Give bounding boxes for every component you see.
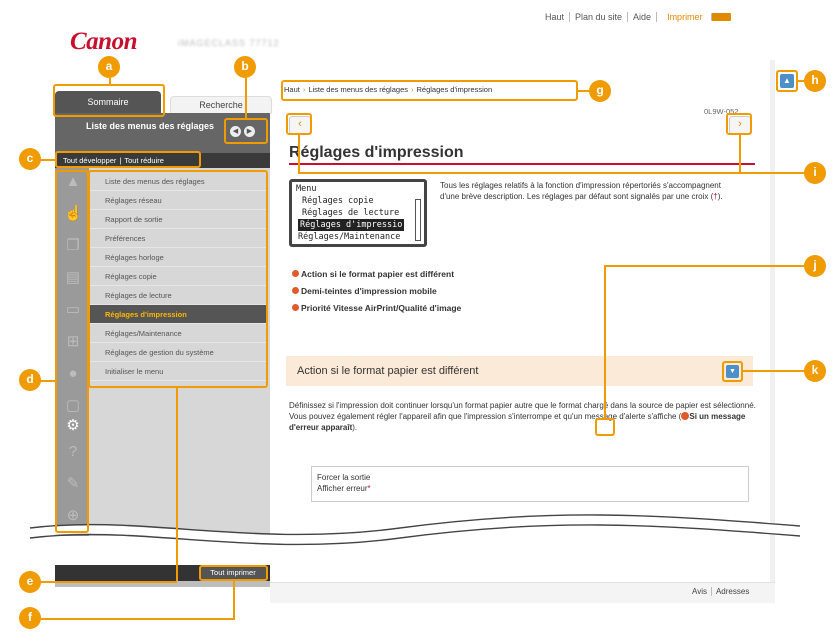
callout-box-b bbox=[224, 118, 268, 144]
callout-line-i-right bbox=[739, 135, 741, 173]
callout-box-d bbox=[55, 170, 89, 533]
callout-box-e bbox=[88, 170, 268, 388]
callout-f: f bbox=[19, 607, 41, 629]
callout-line-b bbox=[245, 77, 247, 119]
callout-box-k bbox=[722, 361, 743, 382]
callout-box-c bbox=[55, 151, 201, 168]
callout-h: h bbox=[804, 70, 826, 92]
callout-line-k bbox=[743, 370, 805, 372]
callout-line-j bbox=[604, 265, 804, 267]
callout-line-j-vertical bbox=[604, 266, 606, 419]
callout-i: i bbox=[804, 162, 826, 184]
callout-box-i-prev bbox=[286, 113, 312, 135]
callout-g: g bbox=[589, 80, 611, 102]
callout-box-j bbox=[595, 418, 615, 436]
callout-j: j bbox=[804, 255, 826, 277]
callout-box-g bbox=[281, 80, 578, 101]
callout-line-e-vertical bbox=[176, 388, 178, 581]
callout-d: d bbox=[19, 369, 41, 391]
callout-box-f bbox=[199, 565, 268, 581]
callout-box-i-next bbox=[726, 113, 752, 135]
callout-line-i bbox=[298, 172, 806, 174]
callout-b: b bbox=[234, 56, 256, 78]
callout-line-f-vertical bbox=[233, 581, 235, 619]
callout-line-a bbox=[109, 78, 111, 85]
callout-line-c bbox=[40, 159, 56, 161]
callout-c: c bbox=[19, 148, 41, 170]
callout-k: k bbox=[804, 360, 826, 382]
callout-a: a bbox=[98, 56, 120, 78]
callout-line-f bbox=[40, 618, 235, 620]
callout-line-i-left bbox=[298, 135, 300, 173]
callout-box-a bbox=[53, 84, 165, 117]
callout-line-d bbox=[40, 380, 56, 382]
callout-line-e bbox=[40, 581, 177, 583]
callout-box-h bbox=[776, 70, 798, 92]
callout-e: e bbox=[19, 571, 41, 593]
